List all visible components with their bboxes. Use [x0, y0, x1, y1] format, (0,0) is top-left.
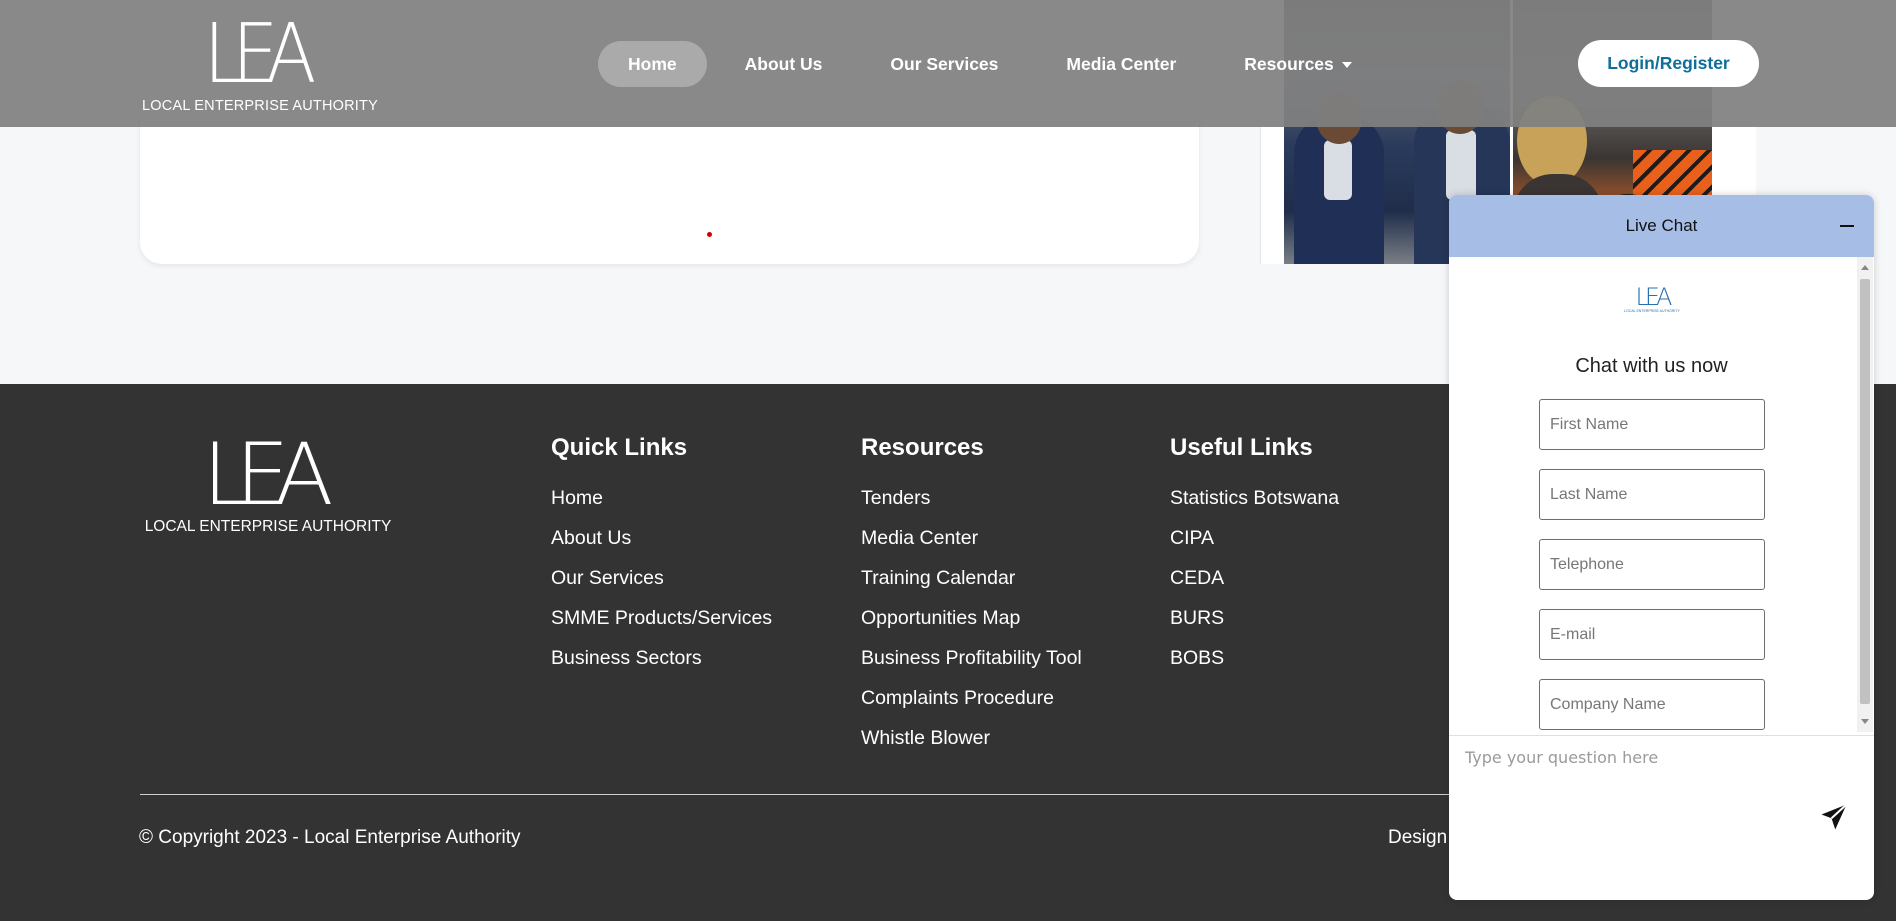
footer-link-about-us[interactable]: About Us: [551, 518, 772, 558]
chat-compose: [1449, 735, 1874, 900]
nav-resources[interactable]: Resources: [1214, 41, 1382, 87]
footer-link-burs[interactable]: BURS: [1170, 598, 1339, 638]
footer-link-ceda[interactable]: CEDA: [1170, 558, 1339, 598]
design-credit[interactable]: Design: [1388, 827, 1447, 849]
email-field[interactable]: [1539, 609, 1765, 660]
quick-links-heading: Quick Links: [551, 434, 688, 461]
footer-link-complaints[interactable]: Complaints Procedure: [861, 678, 1082, 718]
live-chat-widget: Live Chat LEA LOCAL ENTERPRISE AUTHORITY…: [1449, 195, 1874, 900]
chat-title: Chat with us now: [1575, 355, 1728, 377]
footer-logo[interactable]: LEA LOCAL ENTERPRISE AUTHORITY: [140, 432, 396, 536]
footer-link-business-sectors[interactable]: Business Sectors: [551, 638, 772, 678]
last-name-field[interactable]: [1539, 469, 1765, 520]
company-name-field[interactable]: [1539, 679, 1765, 730]
site-header: LEA LOCAL ENTERPRISE AUTHORITY Home Abou…: [0, 0, 1896, 127]
chat-header-title: Live Chat: [1625, 216, 1698, 235]
first-name-field[interactable]: [1539, 399, 1765, 450]
chat-logo: LEA LOCAL ENTERPRISE AUTHORITY: [1624, 283, 1680, 313]
footer-quick-links: Quick Links Home About Us Our Services S…: [551, 432, 772, 678]
footer-link-cipa[interactable]: CIPA: [1170, 518, 1339, 558]
footer-link-opportunities-map[interactable]: Opportunities Map: [861, 598, 1082, 638]
footer-link-statistics-botswana[interactable]: Statistics Botswana: [1170, 478, 1339, 518]
scroll-up-icon[interactable]: [1861, 265, 1869, 270]
nav-about-us[interactable]: About Us: [715, 41, 853, 87]
nav-home[interactable]: Home: [598, 41, 707, 87]
resources-heading: Resources: [861, 434, 984, 461]
useful-links-heading: Useful Links: [1170, 434, 1313, 461]
footer-useful-links: Useful Links Statistics Botswana CIPA CE…: [1170, 432, 1339, 678]
carousel-indicator-dot[interactable]: [707, 232, 712, 237]
footer-link-training-calendar[interactable]: Training Calendar: [861, 558, 1082, 598]
nav-our-services[interactable]: Our Services: [860, 41, 1028, 87]
footer-link-tenders[interactable]: Tenders: [861, 478, 1082, 518]
send-icon[interactable]: [1819, 802, 1849, 832]
message-input[interactable]: [1465, 748, 1765, 838]
chat-scrollbar[interactable]: [1857, 257, 1873, 732]
footer-link-our-services[interactable]: Our Services: [551, 558, 772, 598]
scrollbar-thumb[interactable]: [1860, 279, 1870, 704]
nav-media-center[interactable]: Media Center: [1036, 41, 1206, 87]
login-register-button[interactable]: Login/Register: [1578, 40, 1759, 87]
footer-link-media-center[interactable]: Media Center: [861, 518, 1082, 558]
minimize-icon[interactable]: [1840, 225, 1854, 227]
footer-resources: Resources Tenders Media Center Training …: [861, 432, 1082, 758]
telephone-field[interactable]: [1539, 539, 1765, 590]
chat-form: LEA LOCAL ENTERPRISE AUTHORITY Chat with…: [1449, 257, 1874, 732]
copyright-text: © Copyright 2023 - Local Enterprise Auth…: [139, 827, 521, 848]
chat-header[interactable]: Live Chat: [1449, 195, 1874, 257]
footer-link-smme-products[interactable]: SMME Products/Services: [551, 598, 772, 638]
footer-link-home[interactable]: Home: [551, 478, 772, 518]
footer-link-whistle-blower[interactable]: Whistle Blower: [861, 718, 1082, 758]
main-nav: Home About Us Our Services Media Center …: [598, 41, 1390, 87]
footer-link-bobs[interactable]: BOBS: [1170, 638, 1339, 678]
chevron-down-icon: [1341, 62, 1352, 69]
scroll-down-icon[interactable]: [1861, 719, 1869, 724]
site-logo[interactable]: LEA LOCAL ENTERPRISE AUTHORITY: [140, 14, 380, 115]
footer-link-profitability-tool[interactable]: Business Profitability Tool: [861, 638, 1082, 678]
